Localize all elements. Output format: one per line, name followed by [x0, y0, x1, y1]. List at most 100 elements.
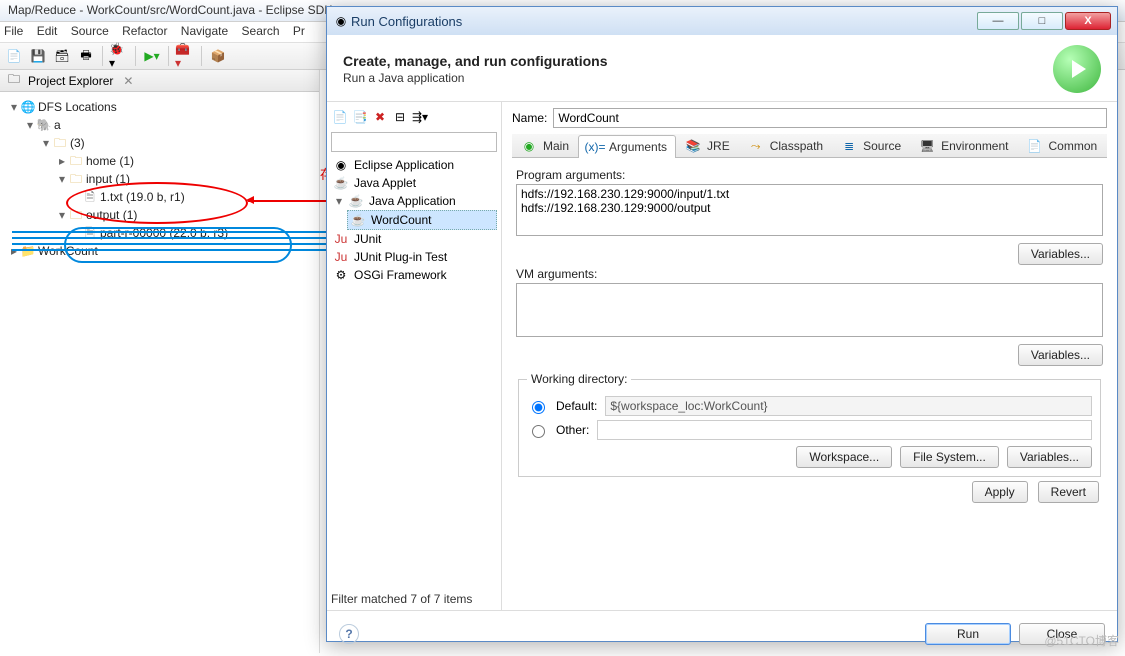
- menu-file[interactable]: File: [4, 24, 23, 38]
- tree-a[interactable]: a: [54, 116, 61, 134]
- tab-arguments[interactable]: (x)=Arguments: [578, 135, 676, 158]
- wd-other-radio[interactable]: [532, 425, 545, 438]
- source-icon: ≣: [841, 138, 857, 154]
- cfg-junit-plugin[interactable]: JUnit Plug-in Test: [354, 250, 447, 264]
- print-icon[interactable]: 🖶: [76, 46, 96, 66]
- watermark: @51CTO博客: [1044, 632, 1119, 649]
- wd-default-label: Default:: [556, 399, 597, 413]
- menu-source[interactable]: Source: [71, 24, 109, 38]
- tab-environment[interactable]: 🖥Environment: [910, 134, 1017, 157]
- new-config-icon[interactable]: 📄: [331, 108, 349, 126]
- tree-input-file[interactable]: 1.txt (19.0 b, r1): [100, 188, 185, 206]
- menu-refactor[interactable]: Refactor: [122, 24, 167, 38]
- tab-jre[interactable]: 📚JRE: [676, 134, 739, 157]
- tab-classpath[interactable]: ⤳Classpath: [739, 134, 832, 157]
- config-tree[interactable]: ◉Eclipse Application ☕Java Applet ▾☕Java…: [331, 156, 497, 588]
- tree-input[interactable]: input (1): [86, 170, 130, 188]
- dialog-header-subtitle: Run a Java application: [343, 71, 608, 85]
- config-tabs: ◉Main (x)=Arguments 📚JRE ⤳Classpath ≣Sou…: [512, 134, 1107, 158]
- classpath-icon: ⤳: [748, 138, 764, 154]
- revert-button[interactable]: Revert: [1038, 481, 1099, 503]
- help-icon[interactable]: ?: [339, 624, 359, 644]
- window-close-button[interactable]: X: [1065, 12, 1111, 30]
- wd-default-radio[interactable]: [532, 401, 545, 414]
- save-all-icon[interactable]: 🗃: [52, 46, 72, 66]
- wd-other-input: [597, 420, 1092, 440]
- prog-args-variables-button[interactable]: Variables...: [1018, 243, 1103, 265]
- wd-other-label: Other:: [556, 423, 589, 437]
- config-name-input[interactable]: [553, 108, 1107, 128]
- run-configurations-dialog: ◉ Run Configurations — □ X Create, manag…: [326, 6, 1118, 642]
- minimize-button[interactable]: —: [977, 12, 1019, 30]
- vm-args-variables-button[interactable]: Variables...: [1018, 344, 1103, 366]
- dialog-button-bar: ? Run Close: [327, 610, 1117, 656]
- tab-common[interactable]: 📄Common: [1018, 134, 1107, 157]
- new-icon[interactable]: 📄: [4, 46, 24, 66]
- wd-variables-button[interactable]: Variables...: [1007, 446, 1092, 468]
- junit-plugin-icon: Ju: [333, 249, 349, 265]
- project-tree[interactable]: ▾🌐DFS Locations ▾🐘a ▾🗀(3) ▸🗀home (1) ▾🗀i…: [0, 92, 319, 266]
- cfg-wordcount[interactable]: WordCount: [371, 213, 431, 227]
- wd-default-value: ${workspace_loc:WorkCount}: [605, 396, 1092, 416]
- cfg-java-applet[interactable]: Java Applet: [354, 176, 416, 190]
- file-icon: 🗎: [82, 225, 98, 241]
- run-icon[interactable]: ▶▾: [142, 46, 162, 66]
- osgi-icon: ⚙: [333, 267, 349, 283]
- run-big-icon: [1053, 45, 1101, 93]
- wd-filesystem-button[interactable]: File System...: [900, 446, 999, 468]
- tree-home[interactable]: home (1): [86, 152, 134, 170]
- config-filter-input[interactable]: [331, 132, 497, 152]
- delete-config-icon[interactable]: ✖: [371, 108, 389, 126]
- folder-icon: 🗀: [52, 135, 68, 151]
- env-icon: 🖥: [919, 138, 935, 154]
- program-arguments-textarea[interactable]: [516, 184, 1103, 236]
- vm-arguments-textarea[interactable]: [516, 283, 1103, 337]
- explorer-title: Project Explorer: [28, 74, 113, 88]
- tree-3[interactable]: (3): [70, 134, 85, 152]
- annotation-arrow-head-1: [246, 196, 254, 204]
- folder-icon: 🗀: [68, 207, 84, 223]
- apply-button[interactable]: Apply: [972, 481, 1028, 503]
- save-icon[interactable]: 💾: [28, 46, 48, 66]
- tab-source[interactable]: ≣Source: [832, 134, 910, 157]
- project-explorer-tab[interactable]: 🗀 Project Explorer ✕: [0, 70, 319, 92]
- config-detail-panel: Name: ◉Main (x)=Arguments 📚JRE ⤳Classpat…: [502, 102, 1117, 610]
- ext-tools-icon[interactable]: 🧰▾: [175, 46, 195, 66]
- java-app-icon: ☕: [348, 193, 364, 209]
- menu-edit[interactable]: Edit: [37, 24, 58, 38]
- collapse-icon[interactable]: ⊟: [391, 108, 409, 126]
- junit-icon: Ju: [333, 231, 349, 247]
- wd-workspace-button[interactable]: Workspace...: [796, 446, 892, 468]
- eclipse-dialog-icon: ◉: [333, 13, 349, 29]
- duplicate-config-icon[interactable]: 📑: [351, 108, 369, 126]
- cfg-java-app[interactable]: Java Application: [369, 194, 456, 208]
- cfg-junit[interactable]: JUnit: [354, 232, 381, 246]
- menu-navigate[interactable]: Navigate: [181, 24, 228, 38]
- config-toolbar: 📄 📑 ✖ ⊟ ⇶▾: [331, 106, 497, 128]
- run-button[interactable]: Run: [925, 623, 1011, 645]
- args-icon: (x)=: [587, 139, 603, 155]
- java-applet-icon: ☕: [333, 175, 349, 191]
- tab-main[interactable]: ◉Main: [512, 134, 578, 157]
- tree-workcount[interactable]: WorkCount: [38, 242, 98, 260]
- dialog-titlebar[interactable]: ◉ Run Configurations — □ X: [327, 7, 1117, 35]
- cfg-eclipse-app[interactable]: Eclipse Application: [354, 158, 454, 172]
- prog-args-label: Program arguments:: [516, 168, 1103, 182]
- working-directory-group: Working directory: Default: ${workspace_…: [518, 372, 1101, 477]
- debug-icon[interactable]: 🐞▾: [109, 46, 129, 66]
- maximize-button[interactable]: □: [1021, 12, 1063, 30]
- cfg-osgi[interactable]: OSGi Framework: [354, 268, 447, 282]
- project-explorer-view: 🗀 Project Explorer ✕ ▾🌐DFS Locations ▾🐘a…: [0, 70, 320, 653]
- menu-search[interactable]: Search: [242, 24, 280, 38]
- project-icon: 📁: [20, 243, 36, 259]
- new-package-icon[interactable]: 📦: [208, 46, 228, 66]
- close-view-icon[interactable]: ✕: [123, 74, 133, 88]
- explorer-icon: 🗀: [6, 73, 22, 89]
- filter-icon[interactable]: ⇶▾: [411, 108, 429, 126]
- tree-output-file[interactable]: part-r-00000 (22.0 b, r3): [100, 224, 228, 242]
- tree-output[interactable]: output (1): [86, 206, 137, 224]
- tree-dfs[interactable]: DFS Locations: [38, 98, 117, 116]
- elephant-icon: 🐘: [36, 117, 52, 133]
- menu-project[interactable]: Pr: [293, 24, 305, 38]
- java-launch-icon: ☕: [350, 212, 366, 228]
